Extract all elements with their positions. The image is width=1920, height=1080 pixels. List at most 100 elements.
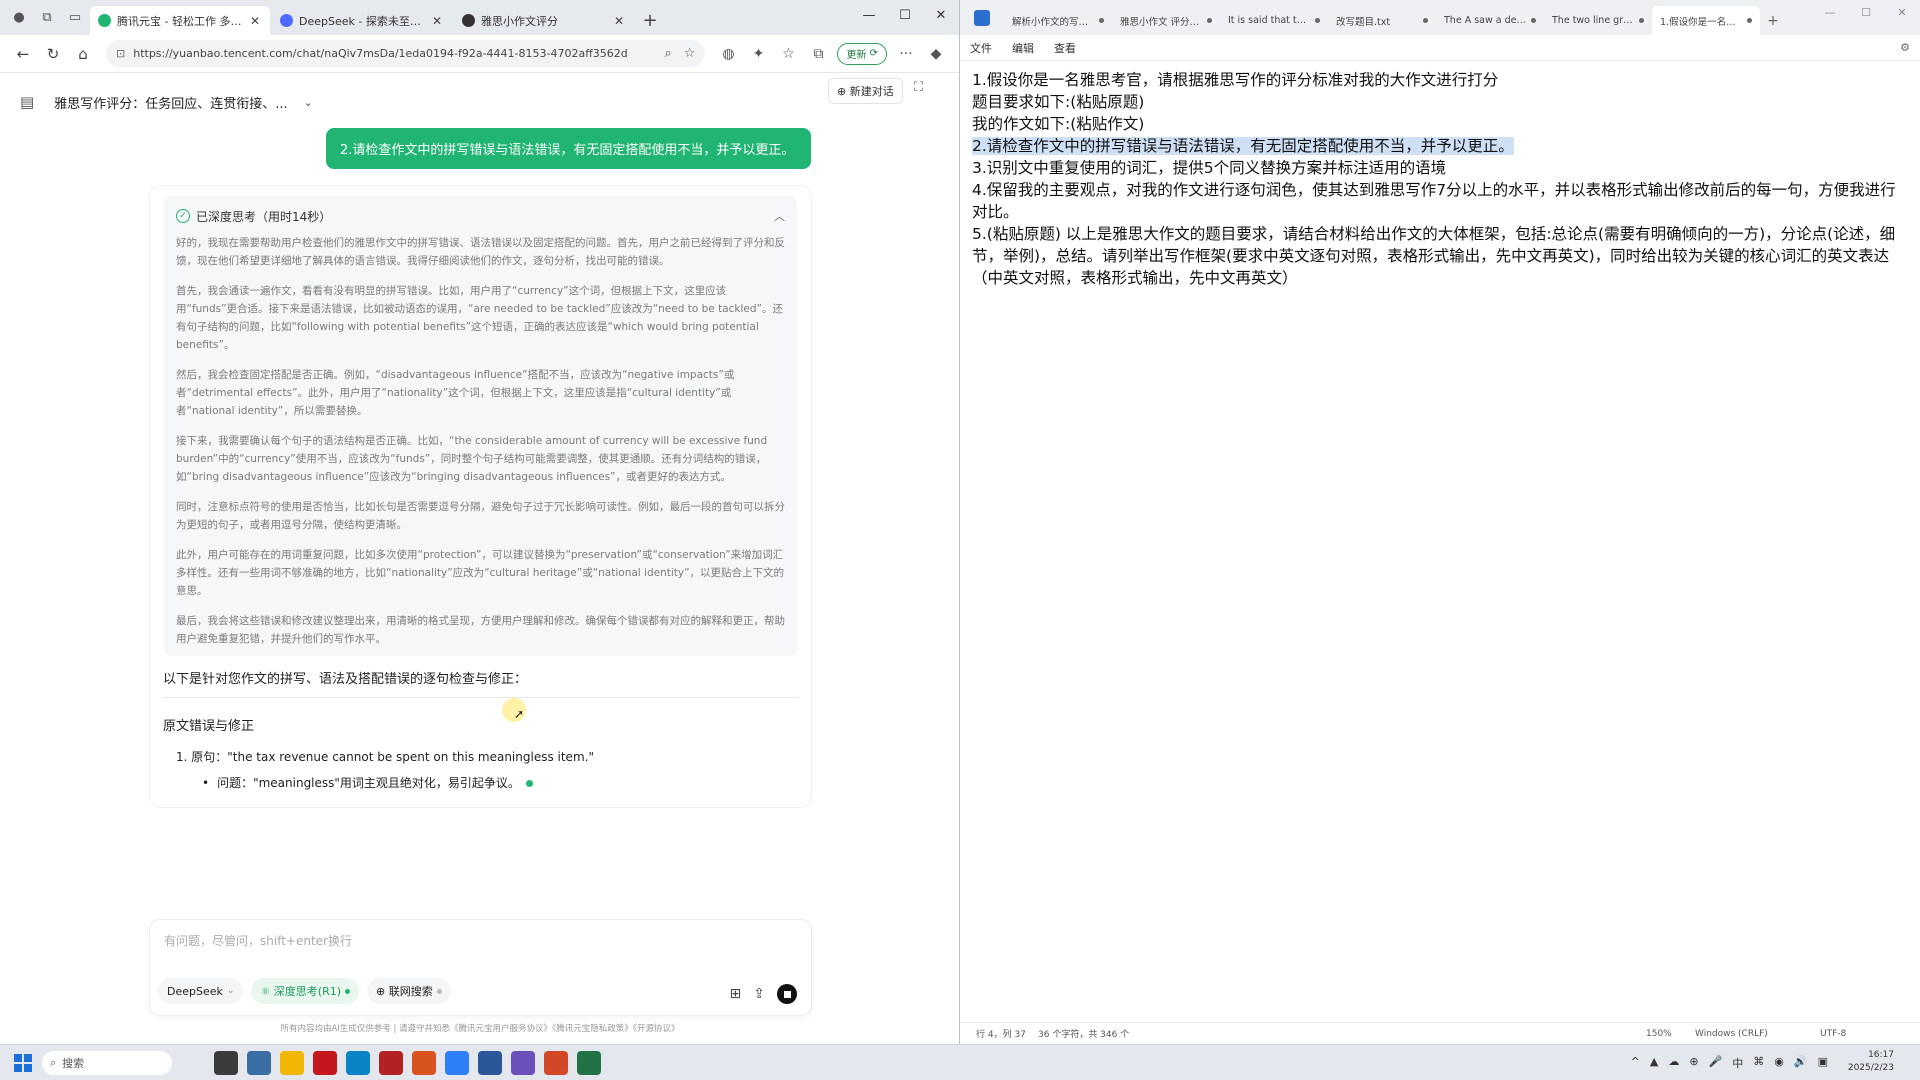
notepad-new-tab-button[interactable]: + [1760, 7, 1786, 35]
site-info-icon[interactable]: ⊡ [116, 47, 125, 60]
taskbar-app-icon[interactable] [280, 1051, 304, 1075]
tab-actions-icon[interactable]: ▭ [64, 6, 86, 28]
chat-input-placeholder[interactable]: 有问题，尽管问，shift+enter换行 [164, 932, 352, 949]
notepad-tab-active[interactable]: 1.假设你是一名雅... [1652, 6, 1760, 35]
model-selector[interactable]: DeepSeek ⌄ [158, 978, 244, 1004]
clock-time: 16:17 [1868, 1050, 1894, 1060]
notepad-tab[interactable]: The two line graph [1544, 6, 1652, 35]
thinking-paragraph: 同时，注意标点符号的使用是否恰当，比如长句是否需要逗号分隔，避免句子过于冗长影响… [176, 501, 785, 531]
tab-essay-score[interactable]: 雅思小作文评分 ✕ [454, 6, 634, 35]
tray-icon[interactable]: ⊕ [1689, 1055, 1698, 1071]
taskbar-app-icon[interactable] [346, 1051, 370, 1075]
thinking-header[interactable]: ✓ 已深度思考（用时14秒） ︿ [176, 206, 785, 226]
copilot-icon[interactable]: ◆ [921, 40, 951, 68]
notepad-text-area[interactable]: 1.假设你是一名雅思考官，请根据雅思写作的评分标准对我的大作文进行打分 题目要求… [960, 61, 1920, 289]
refresh-icon[interactable]: ↻ [38, 40, 68, 68]
notepad-tab[interactable]: 改写题目.txt [1328, 6, 1436, 35]
tray-icon[interactable]: ^ [1631, 1055, 1640, 1071]
menu-view[interactable]: 查看 [1054, 40, 1076, 56]
tray-icon[interactable]: ◉ [1774, 1055, 1784, 1071]
gear-icon[interactable]: ⚙ [1900, 41, 1910, 54]
favorite-star-icon[interactable]: ☆ [684, 46, 696, 61]
thinking-paragraph: 接下来，我需要确认每个句子的语法结构是否正确。比如，“the considera… [176, 435, 768, 483]
puzzle-extensions-icon[interactable]: ✦ [743, 40, 773, 68]
chat-input-box[interactable]: 有问题，尽管问，shift+enter换行 DeepSeek ⌄ ⚛ 深度思考(R… [150, 920, 811, 1015]
stop-generation-button[interactable] [777, 984, 797, 1004]
line-ending[interactable]: Windows (CRLF) [1695, 1029, 1768, 1039]
taskbar-app-icon[interactable] [247, 1051, 271, 1075]
input-toolbar: DeepSeek ⌄ ⚛ 深度思考(R1) ⊕ 联网搜索 [158, 978, 459, 1004]
chat-title[interactable]: 雅思写作评分：任务回应、连贯衔接、... [54, 93, 287, 112]
notepad-tab[interactable]: The A saw a decrea [1436, 6, 1544, 35]
tab-yuanbao[interactable]: 腾讯元宝 - 轻松工作 多点生活 ✕ [90, 6, 270, 35]
tab-close-icon[interactable]: ✕ [248, 14, 262, 28]
tray-icon[interactable]: 🔊 [1794, 1055, 1808, 1071]
tab-close-icon[interactable]: ✕ [430, 14, 444, 28]
tray-icon[interactable]: ▲ [1650, 1055, 1658, 1071]
notepad-tab[interactable]: It is said that the a [1220, 6, 1328, 35]
clock[interactable]: 16:17 2025/2/23 [1848, 1049, 1894, 1075]
home-icon[interactable]: ⌂ [68, 40, 98, 68]
new-tab-button[interactable]: + [636, 6, 664, 34]
inactive-dot-icon [436, 988, 442, 994]
taskbar-app-icon[interactable] [478, 1051, 502, 1075]
maximize-icon[interactable]: ☐ [887, 0, 923, 30]
taskbar-app-icon[interactable] [544, 1051, 568, 1075]
file-upload-icon[interactable]: ⇪ [753, 986, 765, 1002]
taskbar-app-icon[interactable] [313, 1051, 337, 1075]
notepad-tab[interactable]: 解析小作文的写作... [1004, 6, 1112, 35]
disclaimer-footer: 所有内容均由AI生成仅供参考 | 请遵守并知悉《腾讯元宝用户服务协议》《腾讯元宝… [280, 1024, 680, 1034]
collapse-chevron-icon[interactable]: ︿ [774, 208, 785, 224]
zoom-level[interactable]: 150% [1646, 1029, 1672, 1039]
web-search-toggle[interactable]: ⊕ 联网搜索 [367, 978, 451, 1004]
taskbar-app-icon[interactable] [214, 1051, 238, 1075]
extension-icon[interactable]: ◍ [713, 40, 743, 68]
unsaved-dot-icon [1315, 18, 1320, 23]
taskbar-app-icon[interactable] [511, 1051, 535, 1075]
tray-icon[interactable]: ▣ [1818, 1055, 1828, 1071]
unsaved-dot-icon [1423, 18, 1428, 23]
chevron-down-icon[interactable]: ⌄ [304, 96, 313, 109]
image-upload-icon[interactable]: ⊞ [730, 986, 742, 1002]
taskbar-search[interactable]: ⌕ 搜索 [42, 1051, 172, 1075]
fullscreen-icon[interactable]: ⛶ [914, 80, 923, 95]
tab-deepseek[interactable]: DeepSeek - 探索未至之境 ✕ [272, 6, 452, 35]
back-icon[interactable]: ← [8, 40, 38, 68]
windows-start-icon[interactable] [14, 1054, 32, 1072]
atom-icon: ⚛ [260, 984, 274, 998]
collections-icon[interactable]: ⧉ [803, 40, 833, 68]
tray-icon[interactable]: 中 [1732, 1055, 1743, 1071]
text-line: 3.识别文中重复使用的词汇，提供5个同义替换方案并标注适用的语境 [972, 159, 1447, 177]
menu-file[interactable]: 文件 [970, 40, 992, 56]
new-chat-button[interactable]: ⊕ 新建对话 [828, 78, 903, 104]
minimize-icon[interactable]: — [1812, 0, 1848, 24]
more-menu-icon[interactable]: ··· [891, 40, 921, 68]
encoding[interactable]: UTF-8 [1820, 1029, 1846, 1039]
taskbar-app-icon[interactable] [445, 1051, 469, 1075]
url-field[interactable]: ⊡ https://yuanbao.tencent.com/chat/naQiv… [106, 40, 706, 67]
close-window-icon[interactable]: ✕ [923, 0, 959, 30]
taskbar-app-icon[interactable] [577, 1051, 601, 1075]
update-button[interactable]: 更新 ⟳ [837, 42, 887, 65]
taskbar-app-icon[interactable] [379, 1051, 403, 1075]
zoom-icon[interactable]: ⌕ [665, 46, 672, 61]
tab-close-icon[interactable]: ✕ [612, 14, 626, 28]
workspaces-icon[interactable]: ⧉ [36, 6, 58, 28]
tray-icon[interactable]: ☁ [1668, 1055, 1679, 1071]
menu-edit[interactable]: 编辑 [1012, 40, 1034, 56]
answer-sub-item: • 问题："meaningless"用词主观且绝对化，易引起争议。 [202, 774, 533, 791]
minimize-icon[interactable]: — [851, 0, 887, 30]
check-circle-icon: ✓ [176, 209, 190, 223]
close-window-icon[interactable]: ✕ [1884, 0, 1920, 24]
favorites-icon[interactable]: ☆ [773, 40, 803, 68]
maximize-icon[interactable]: ☐ [1848, 0, 1884, 24]
notepad-menubar: 文件 编辑 查看 ⚙ [960, 35, 1920, 61]
taskbar-app-icon[interactable] [412, 1051, 436, 1075]
tray-icon[interactable]: 🎤 [1709, 1055, 1723, 1071]
deep-think-toggle[interactable]: ⚛ 深度思考(R1) [251, 978, 360, 1004]
sidebar-toggle-icon[interactable]: ▤ [20, 93, 34, 111]
notepad-tab[interactable]: 雅思小作文 评分要求 [1112, 6, 1220, 35]
stop-icon [783, 990, 791, 998]
tray-icon[interactable]: ⌘ [1753, 1055, 1764, 1071]
profile-icon[interactable]: ● [8, 6, 30, 28]
